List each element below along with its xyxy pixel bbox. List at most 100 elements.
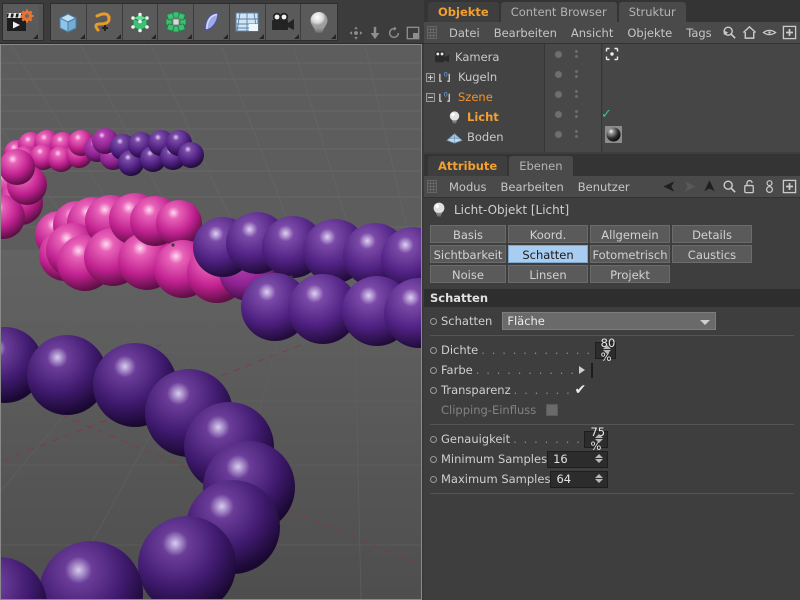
animate-bullet-icon[interactable] xyxy=(430,386,437,394)
forward-arrow-icon[interactable] xyxy=(682,179,697,194)
dichte-input[interactable]: 80 % xyxy=(594,336,617,364)
menu-ansicht[interactable]: Ansicht xyxy=(564,23,620,43)
property-tab-allgemein[interactable]: Allgemein xyxy=(590,225,670,243)
animate-bullet-icon[interactable] xyxy=(430,366,437,374)
object-mode-button[interactable] xyxy=(51,4,87,40)
tab-ebenen[interactable]: Ebenen xyxy=(509,156,573,176)
animate-bullet-icon[interactable] xyxy=(430,435,437,443)
rotate-icon[interactable] xyxy=(387,26,401,40)
expand-color-arrow-icon[interactable] xyxy=(578,366,585,374)
object-axis-mode-button[interactable] xyxy=(86,4,123,40)
pan-icon[interactable] xyxy=(349,26,363,40)
tab-objekte[interactable]: Objekte xyxy=(428,2,499,22)
back-arrow-icon[interactable] xyxy=(662,179,677,194)
menu-bearbeiten[interactable]: Bearbeiten xyxy=(487,23,564,43)
object-manager-icon-group xyxy=(722,25,797,40)
texture-mode-button[interactable] xyxy=(229,4,266,40)
enable-dots[interactable] xyxy=(575,70,578,78)
object-label: Kamera xyxy=(455,50,500,64)
menu-bearbeiten[interactable]: Bearbeiten xyxy=(494,177,571,197)
property-tab-linsen[interactable]: Linsen xyxy=(508,265,588,283)
animate-bullet-icon[interactable] xyxy=(430,475,437,483)
object-row-szene[interactable]: 0 Szene xyxy=(424,87,544,107)
farbe-swatch[interactable] xyxy=(590,362,593,378)
field-label-farbe: Farbe xyxy=(441,363,473,377)
property-tab-caustics[interactable]: Caustics xyxy=(672,245,752,263)
menu-objekte[interactable]: Objekte xyxy=(620,23,679,43)
object-row-licht[interactable]: Licht xyxy=(424,107,544,127)
points-mode-button[interactable] xyxy=(122,4,159,40)
tab-attribute[interactable]: Attribute xyxy=(428,156,508,176)
object-row-kamera[interactable]: Kamera xyxy=(424,47,544,67)
property-tab-koord[interactable]: Koord. xyxy=(508,225,588,243)
property-tab-basis[interactable]: Basis xyxy=(430,225,506,243)
polygons-mode-button[interactable] xyxy=(158,4,194,40)
light-enabled-check[interactable]: ✓ xyxy=(601,107,612,122)
object-label: Boden xyxy=(467,130,504,144)
pin-icon[interactable] xyxy=(762,179,777,194)
top-toolbar xyxy=(0,0,424,44)
attribute-manager-tabstrip: Attribute Ebenen xyxy=(424,154,800,176)
enable-dots[interactable] xyxy=(575,50,578,58)
maximum-samples-input[interactable]: 64 xyxy=(550,470,608,488)
menu-tags[interactable]: Tags xyxy=(679,23,718,43)
edges-mode-button[interactable] xyxy=(194,4,230,40)
minimum-samples-stepper[interactable] xyxy=(595,453,603,463)
property-tab-projekt[interactable]: Projekt xyxy=(590,265,670,283)
dichte-stepper[interactable] xyxy=(603,344,612,354)
expand-kugeln-icon[interactable] xyxy=(426,72,435,82)
visibility-dot[interactable] xyxy=(555,110,562,118)
property-tab-details[interactable]: Details xyxy=(672,225,752,243)
visibility-dot[interactable] xyxy=(555,70,562,78)
tab-content-browser[interactable]: Content Browser xyxy=(500,2,617,22)
visibility-dot[interactable] xyxy=(555,90,562,98)
camera-object-icon xyxy=(435,50,450,62)
object-row-boden[interactable]: Boden xyxy=(424,127,544,147)
collapse-szene-icon[interactable] xyxy=(426,92,435,102)
object-row-kugeln[interactable]: 0 Kugeln xyxy=(424,67,544,87)
property-tab-noise[interactable]: Noise xyxy=(430,265,506,283)
animate-bullet-icon[interactable] xyxy=(430,317,437,325)
transparenz-checkbox[interactable]: ✔ xyxy=(574,383,586,397)
leader-dots: . . . . . . . . . . xyxy=(475,363,576,377)
search-icon[interactable] xyxy=(722,25,737,40)
drag-grip-icon[interactable] xyxy=(427,26,437,39)
material-tag-icon[interactable] xyxy=(605,125,622,143)
drag-grip-icon[interactable] xyxy=(427,180,437,193)
animate-bullet-icon[interactable] xyxy=(430,455,437,463)
enable-dots[interactable] xyxy=(575,90,578,98)
maximize-view-icon[interactable] xyxy=(406,26,420,40)
up-arrow-icon[interactable] xyxy=(702,179,717,194)
null-object-icon: 0 xyxy=(439,90,450,102)
maximum-samples-stepper[interactable] xyxy=(595,473,603,483)
shadow-type-dropdown[interactable]: Fläche xyxy=(502,312,717,330)
genauigkeit-input[interactable]: 75 % xyxy=(584,425,608,453)
3d-viewport[interactable] xyxy=(0,44,422,600)
enable-dots[interactable] xyxy=(575,110,578,118)
visibility-dot[interactable] xyxy=(555,50,562,58)
object-manager[interactable]: Kamera 0 Kugeln 0 Szene Licht Boden ✓ xyxy=(424,44,800,152)
property-tab-fotometrisch[interactable]: Fotometrisch xyxy=(590,245,670,263)
property-tab-sichtbarkeit[interactable]: Sichtbarkeit xyxy=(430,245,506,263)
unlock-icon[interactable] xyxy=(742,179,757,194)
genauigkeit-stepper[interactable] xyxy=(595,433,603,443)
camera-button[interactable] xyxy=(265,4,302,40)
light-button[interactable] xyxy=(301,4,337,40)
target-tag-icon[interactable] xyxy=(605,47,619,61)
add-box-icon[interactable] xyxy=(782,179,797,194)
search-icon[interactable] xyxy=(722,179,737,194)
home-icon[interactable] xyxy=(742,25,757,40)
menu-modus[interactable]: Modus xyxy=(442,177,494,197)
property-tab-schatten[interactable]: Schatten xyxy=(508,245,588,263)
add-box-icon[interactable] xyxy=(782,25,797,40)
render-view-button[interactable] xyxy=(3,4,39,40)
minimum-samples-input[interactable]: 16 xyxy=(547,450,608,468)
dolly-icon[interactable] xyxy=(368,26,382,40)
menu-benutzer[interactable]: Benutzer xyxy=(571,177,637,197)
eye-icon[interactable] xyxy=(762,25,777,40)
animate-bullet-icon[interactable] xyxy=(430,346,437,354)
tab-struktur[interactable]: Struktur xyxy=(618,2,686,22)
visibility-dot[interactable] xyxy=(555,130,562,138)
enable-dots[interactable] xyxy=(575,130,578,138)
menu-datei[interactable]: Datei xyxy=(442,23,487,43)
